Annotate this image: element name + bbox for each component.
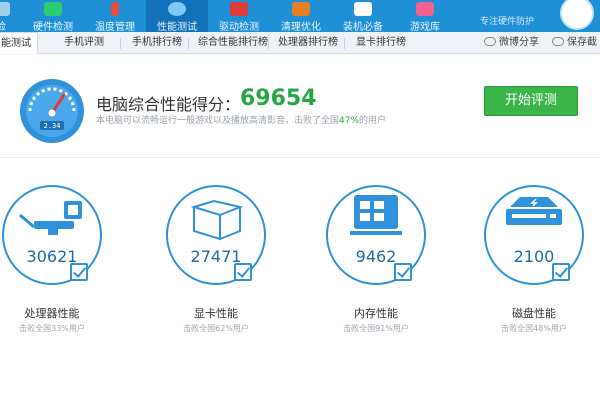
nav-item-essentials[interactable]: 装机必备 [332,0,394,33]
nav-item-hardware[interactable]: 硬件检测 [22,0,84,33]
cpu-performance-label: 处理器性能 [24,307,80,320]
nav-item-label: 性能测试 [157,22,197,33]
tab-gpu-ranking[interactable]: 显卡排行榜 [356,32,406,54]
overall-score-value: 69654 [240,86,317,111]
game-icon [416,2,434,16]
weibo-share-label: 微博分享 [499,37,539,48]
nav-item-temperature[interactable]: 温度管理 [84,0,146,33]
desc-percent: 47% [339,116,360,126]
tab-cpu-ranking[interactable]: 处理器排行榜 [278,32,338,54]
memory-chip-icon [350,195,402,235]
cpu-performance-card[interactable]: 30621 处理器性能 击败全国33%用户 [0,185,122,355]
gpu-performance-label: 显卡性能 [194,307,238,320]
save-screenshot-button[interactable]: 保存截 [552,32,597,54]
tab-performance-test[interactable]: 能测试 [0,32,38,54]
nav-item-label: 驱动检测 [219,22,259,33]
desc-before: 本电脑可以流畅运行一般游戏以及播放高清影音，击败了全国 [96,116,340,126]
gpu-beat-percentage: 击败全国62%用户 [183,324,249,333]
memory-performance-label: 内存性能 [354,307,398,320]
nav-item-label: 装机必备 [343,22,383,33]
check-icon [234,263,252,281]
thermometer-icon [111,2,119,16]
nav-item-driver[interactable]: 驱动检测 [208,0,270,33]
disk-performance-label: 磁盘性能 [512,307,556,320]
desc-after: 的用户 [359,116,387,126]
overall-score-description: 本电脑可以流畅运行一般游戏以及播放高清影音，击败了全国47%的用户 [96,113,386,126]
avatar[interactable] [560,0,594,30]
disk-beat-percentage: 击败全国48%用户 [501,324,567,333]
main-panel: 2.34 电脑综合性能得分： 69654 本电脑可以流畅运行一般游戏以及播放高清… [0,55,600,400]
nav-item-cleanup[interactable]: 清理优化 [270,0,332,33]
driver-icon [230,2,248,16]
memory-performance-card[interactable]: 9462 内存性能 击败全国91%用户 [306,185,446,355]
brand-area: 专注硬件防护 [470,0,600,32]
tab-phone-ranking[interactable]: 手机排行榜 [132,32,182,54]
cpu-beat-percentage: 击败全国33%用户 [19,324,85,333]
check-icon [70,263,88,281]
nav-item-games[interactable]: 游戏库 [394,0,456,33]
memory-beat-percentage: 击败全国91%用户 [343,324,409,333]
tab-separator [268,38,269,49]
brand-slogan: 专注硬件防护 [480,17,535,27]
cpu-monitor-icon [19,201,82,235]
sub-tab-bar: 能测试 手机评测 手机排行榜 综合性能排行榜 处理器排行榜 显卡排行榜 微博分享… [0,32,600,54]
cleanup-icon [292,2,310,16]
tab-phone-review[interactable]: 手机评测 [64,32,104,54]
tab-overall-ranking[interactable]: 综合性能排行榜 [198,32,268,54]
save-screenshot-label: 保存截 [567,37,597,48]
gauge-reading: 2.34 [44,122,61,130]
top-nav-bar: 检 硬件检测 温度管理 性能测试 驱动检测 清理优化 装机必备 游戏库 专注硬件… [0,0,600,33]
camera-icon [552,37,564,46]
overall-score-label: 电脑综合性能得分： [96,95,241,114]
disk-drive-icon [506,197,562,225]
nav-item-label: 硬件检测 [33,22,73,33]
nav-item-label: 清理优化 [281,22,321,33]
start-benchmark-button[interactable]: 开始评测 [484,86,578,116]
nav-item-performance[interactable]: 性能测试 [146,0,208,33]
divider [0,157,600,158]
essentials-icon [354,2,372,16]
hardware-icon [44,2,62,16]
performance-icon [168,2,186,16]
weibo-icon [484,37,496,46]
weibo-share-button[interactable]: 微博分享 [484,32,539,54]
speedometer-icon: 2.34 [20,79,84,143]
partial-icon [0,2,10,16]
gpu-cube-icon [190,199,244,241]
gpu-performance-card[interactable]: 27471 显卡性能 击败全国62%用户 [146,185,286,355]
check-icon [552,263,570,281]
tab-separator [344,38,345,49]
disk-performance-card[interactable]: 2100 磁盘性能 击败全国48%用户 [464,185,600,355]
tab-separator [188,38,189,49]
nav-item-label: 温度管理 [95,22,135,33]
check-icon [394,263,412,281]
nav-item-label: 游戏库 [410,22,440,33]
tab-separator [120,38,121,49]
